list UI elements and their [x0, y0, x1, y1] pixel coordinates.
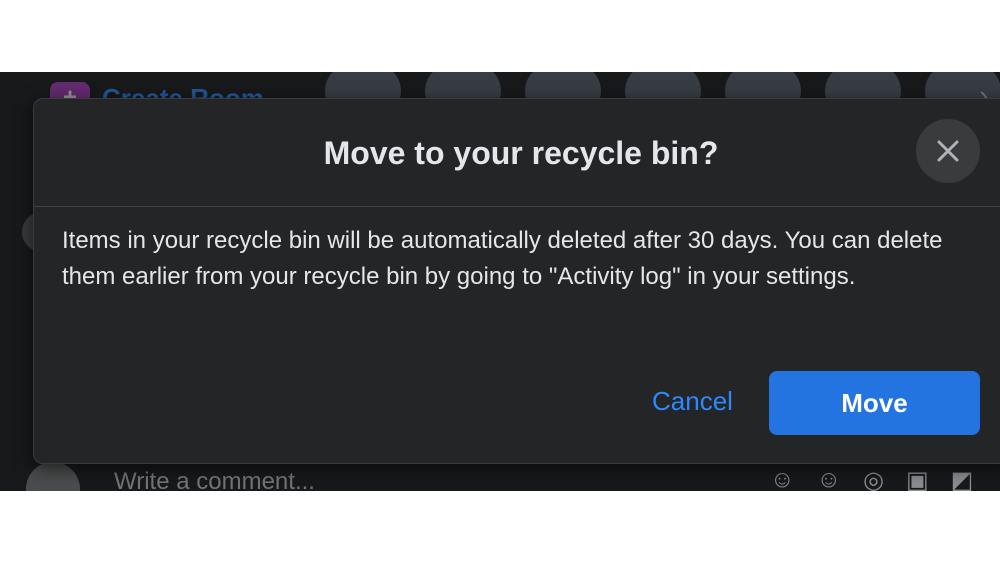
emoji-icon[interactable]: ☺	[817, 466, 842, 491]
close-icon	[937, 140, 959, 162]
avatar	[26, 462, 80, 491]
avatar-sticker-icon[interactable]: ☺	[770, 466, 795, 491]
cancel-button[interactable]: Cancel	[646, 385, 739, 418]
dialog-header: Move to your recycle bin?	[34, 99, 1000, 207]
comment-bar: Write a comment... ☺ ☺ ◎ ▣ ◩	[0, 462, 1000, 491]
screenshot-area: + Create Room › Write a comment... ☺ ☺ ◎…	[0, 72, 1000, 491]
comment-input[interactable]: Write a comment...	[114, 468, 315, 491]
camera-icon[interactable]: ◎	[863, 466, 884, 491]
move-button[interactable]: Move	[769, 371, 980, 435]
recycle-bin-dialog: Move to your recycle bin? Items in your …	[33, 98, 1000, 464]
dialog-message: Items in your recycle bin will be automa…	[62, 227, 943, 290]
comment-tools: ☺ ☺ ◎ ▣ ◩	[770, 466, 973, 491]
close-button[interactable]	[916, 119, 980, 183]
gif-icon[interactable]: ▣	[906, 466, 929, 491]
sticker-icon[interactable]: ◩	[951, 466, 974, 491]
dialog-title: Move to your recycle bin?	[323, 135, 719, 171]
